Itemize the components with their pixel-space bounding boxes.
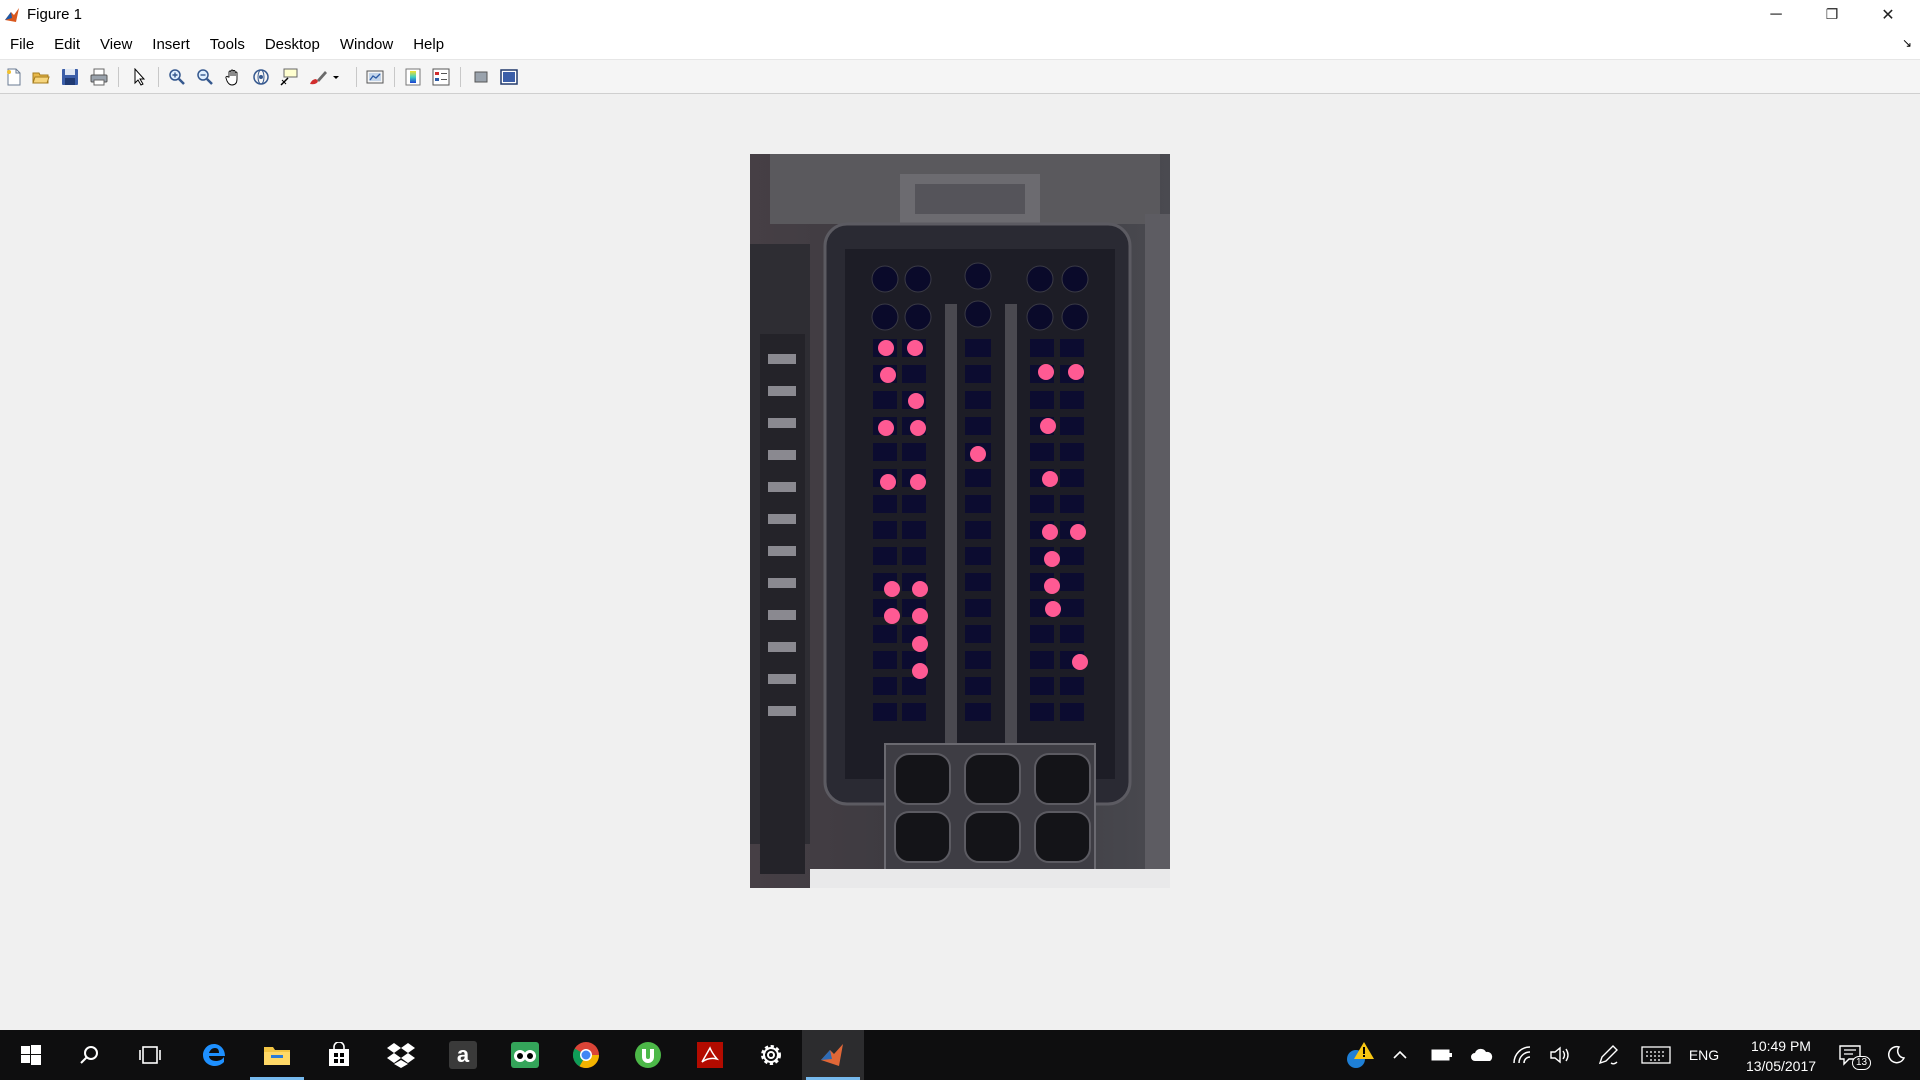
acrobat-icon: [697, 1042, 723, 1068]
search-icon: [80, 1046, 98, 1064]
link-plot-icon[interactable]: [364, 66, 386, 88]
clock[interactable]: 10:49 PM 13/05/2017: [1736, 1036, 1826, 1076]
save-figure-icon[interactable]: [59, 66, 81, 88]
touch-keyboard[interactable]: [1636, 1030, 1676, 1080]
menu-help[interactable]: Help: [403, 36, 454, 53]
warning-icon: [1347, 1042, 1374, 1068]
quiet-hours[interactable]: [1878, 1030, 1914, 1080]
title-bar: Figure 1 ─ ❐ ✕: [0, 0, 1920, 29]
chrome-button[interactable]: [555, 1030, 617, 1080]
taskbar: a ENG 10:49 PM 13/05/2017 13: [0, 1030, 1920, 1080]
restore-icon: ❐: [1825, 6, 1839, 22]
data-cursor-icon[interactable]: [278, 66, 300, 88]
close-icon: ✕: [1881, 6, 1895, 24]
wifi-icon: [1513, 1046, 1531, 1064]
toolbar-separator: [158, 67, 159, 87]
pen-workspace[interactable]: [1590, 1030, 1626, 1080]
show-plot-tools-icon[interactable]: [498, 66, 520, 88]
battery-indicator[interactable]: [1427, 1030, 1457, 1080]
minimize-icon: ─: [1770, 5, 1782, 23]
zoom-out-icon[interactable]: [194, 66, 216, 88]
start-button[interactable]: [0, 1030, 62, 1080]
menu-tools[interactable]: Tools: [200, 36, 255, 53]
task-view-button[interactable]: [119, 1030, 181, 1080]
connector-photo: [750, 154, 1170, 888]
tripadvisor-icon: [511, 1042, 539, 1068]
hide-plot-tools-icon[interactable]: [470, 66, 492, 88]
dock-figure-icon[interactable]: ↘: [1902, 36, 1912, 50]
show-hidden-icons[interactable]: [1385, 1030, 1415, 1080]
brush-icon[interactable]: [306, 66, 346, 88]
clock-date: 13/05/2017: [1745, 1058, 1817, 1074]
menu-bar: File Edit View Insert Tools Desktop Wind…: [0, 29, 1920, 60]
edge-icon: [203, 1044, 225, 1066]
chrome-icon: [572, 1042, 600, 1069]
amazon-button[interactable]: a: [432, 1030, 494, 1080]
edit-plot-arrow-icon[interactable]: [129, 66, 151, 88]
moon-icon: [1888, 1045, 1906, 1064]
new-figure-icon[interactable]: [3, 66, 25, 88]
close-button[interactable]: ✕: [1860, 0, 1916, 29]
chevron-up-icon: [1393, 1050, 1407, 1059]
onedrive-indicator[interactable]: [1467, 1030, 1497, 1080]
open-file-icon[interactable]: [30, 66, 52, 88]
menu-desktop[interactable]: Desktop: [255, 36, 330, 53]
store-icon: [329, 1042, 349, 1066]
store-button[interactable]: [308, 1030, 370, 1080]
utorrent-button[interactable]: [617, 1030, 679, 1080]
search-button[interactable]: [58, 1030, 120, 1080]
matlab-logo-icon: [3, 5, 21, 24]
menu-view[interactable]: View: [90, 36, 142, 53]
menu-file[interactable]: File: [0, 36, 44, 53]
tripadvisor-button[interactable]: [494, 1030, 556, 1080]
acrobat-button[interactable]: [679, 1030, 741, 1080]
task-view-icon: [139, 1046, 161, 1064]
restore-button[interactable]: ❐: [1804, 0, 1860, 29]
menu-insert[interactable]: Insert: [142, 36, 200, 53]
menu-edit[interactable]: Edit: [44, 36, 90, 53]
minimize-button[interactable]: ─: [1748, 0, 1804, 29]
keyboard-icon: [1641, 1046, 1671, 1064]
file-explorer-button[interactable]: [246, 1030, 308, 1080]
clock-time: 10:49 PM: [1751, 1038, 1811, 1054]
connector-image: [750, 154, 1170, 888]
settings-button[interactable]: [740, 1030, 802, 1080]
matlab-button[interactable]: [802, 1030, 864, 1080]
pan-hand-icon[interactable]: [222, 66, 244, 88]
battery-icon: [1431, 1049, 1452, 1061]
toolbar-separator: [460, 67, 461, 87]
insert-colorbar-icon[interactable]: [402, 66, 424, 88]
zoom-in-icon[interactable]: [166, 66, 188, 88]
onedrive-icon: [1471, 1048, 1493, 1061]
wifi-indicator[interactable]: [1507, 1030, 1537, 1080]
volume-indicator[interactable]: [1545, 1030, 1575, 1080]
toolbar-separator: [118, 67, 119, 87]
toolbar-separator: [356, 67, 357, 87]
language-label: ENG: [1688, 1047, 1720, 1063]
figure-toolbar: [0, 60, 1920, 94]
dropbox-button[interactable]: [370, 1030, 432, 1080]
start-icon: [21, 1045, 41, 1065]
figure-canvas: [0, 94, 1920, 1030]
print-figure-icon[interactable]: [88, 66, 110, 88]
action-center[interactable]: 13: [1830, 1030, 1872, 1080]
notification-count: 13: [1852, 1056, 1872, 1070]
input-language[interactable]: ENG: [1686, 1030, 1722, 1080]
amazon-icon: a: [449, 1041, 477, 1069]
volume-icon: [1550, 1046, 1569, 1064]
dropbox-icon: [387, 1043, 415, 1068]
tray-update-warning[interactable]: [1340, 1030, 1380, 1080]
utorrent-icon: [635, 1042, 661, 1068]
edge-button[interactable]: [183, 1030, 245, 1080]
pen-icon: [1598, 1045, 1618, 1065]
rotate-3d-icon[interactable]: [250, 66, 272, 88]
amazon-letter: a: [456, 1042, 470, 1067]
window-title: Figure 1: [27, 6, 83, 23]
insert-legend-icon[interactable]: [430, 66, 452, 88]
file-explorer-icon: [264, 1047, 290, 1065]
matlab-icon: [821, 1044, 843, 1066]
toolbar-separator: [394, 67, 395, 87]
menu-window[interactable]: Window: [330, 36, 403, 53]
settings-icon: [761, 1045, 781, 1065]
